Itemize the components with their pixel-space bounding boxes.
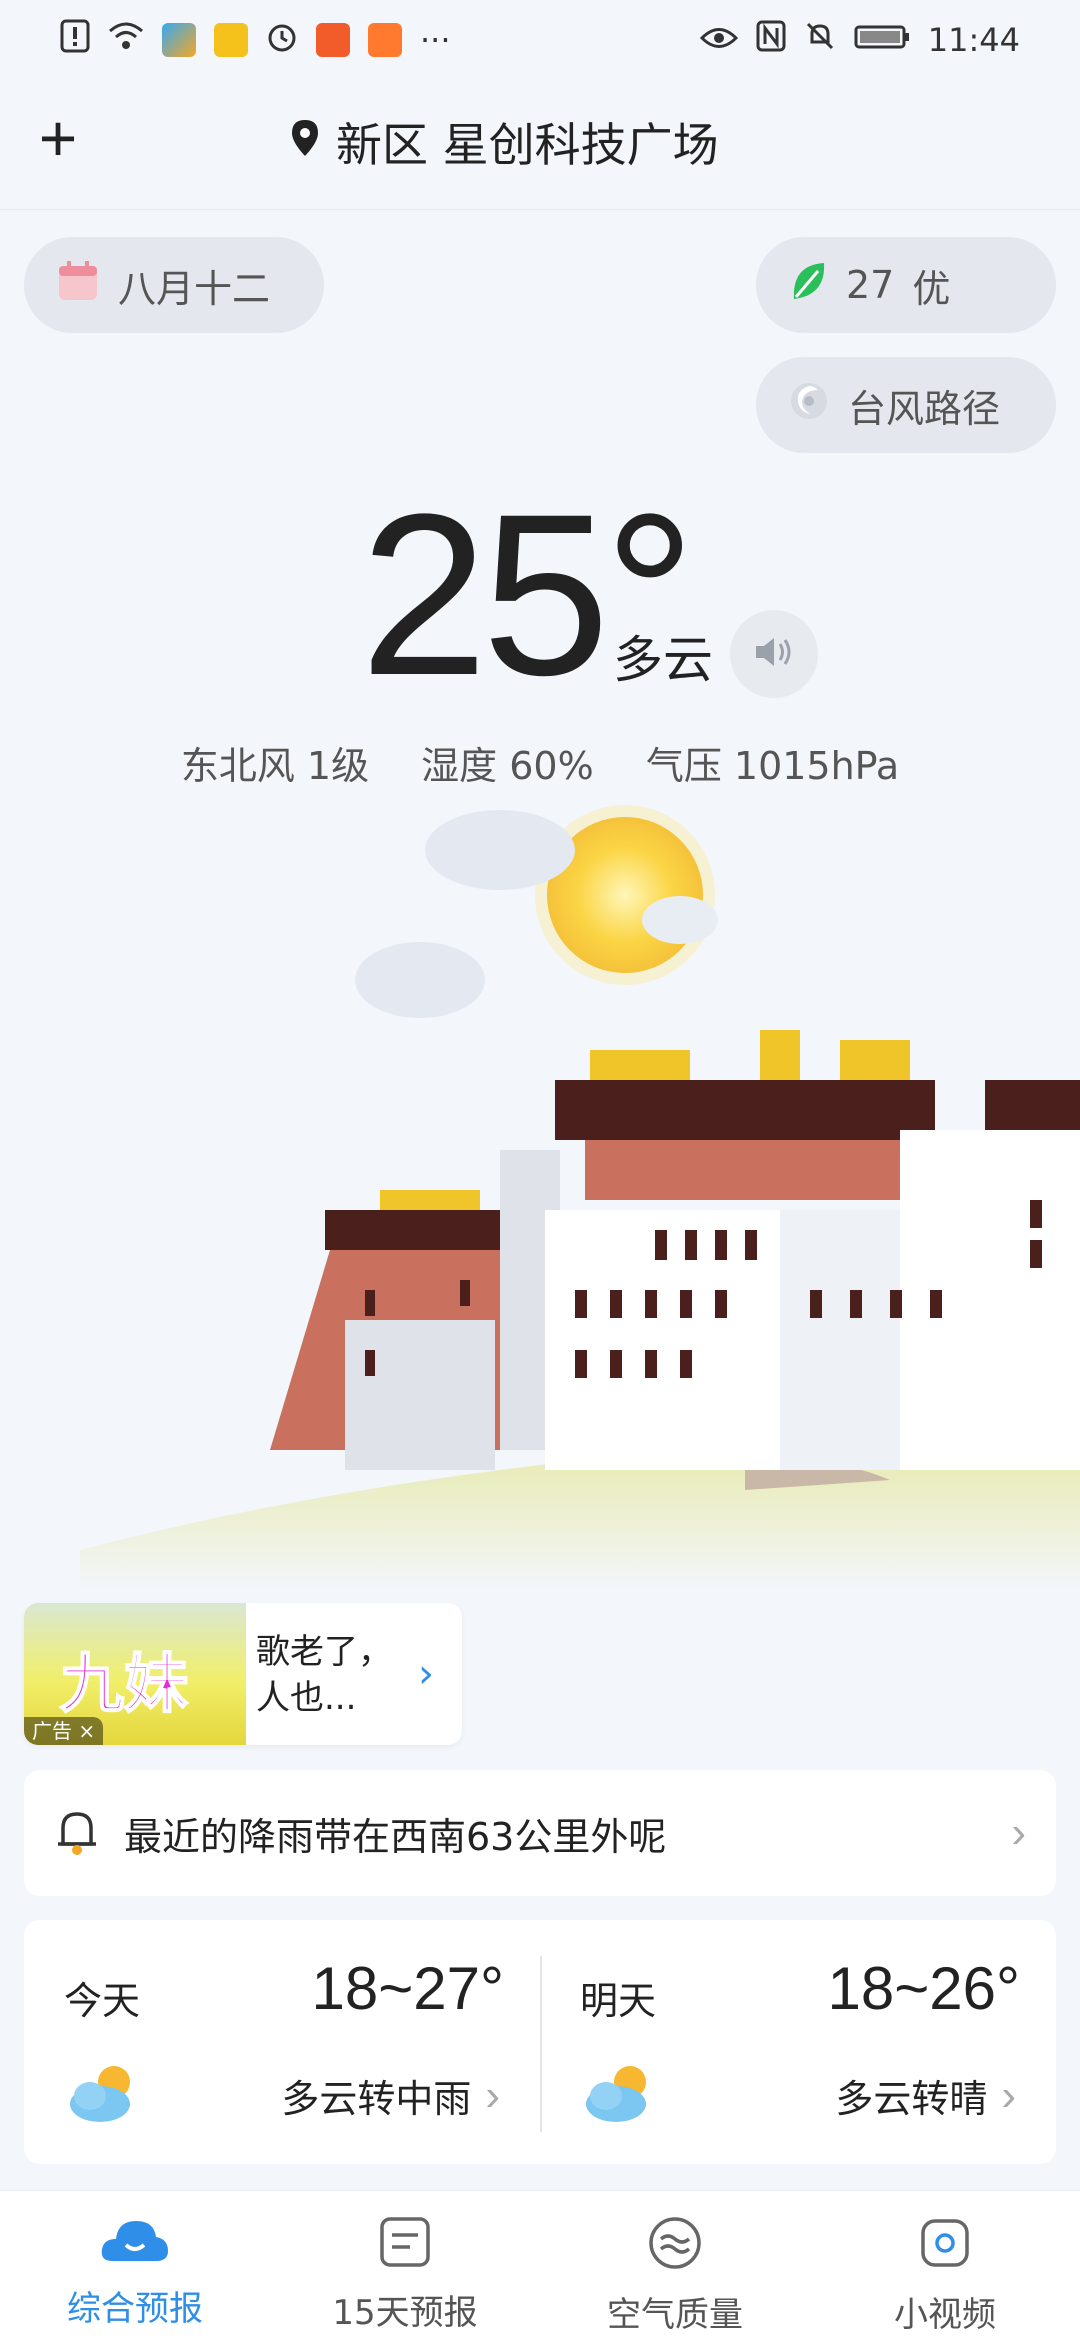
chevron-right-icon: › xyxy=(1011,1808,1026,1857)
chevron-right-icon: › xyxy=(418,1651,434,1697)
speaker-button[interactable] xyxy=(730,610,818,698)
air-wave-icon xyxy=(647,2215,703,2275)
forecast-day-name: 明天 xyxy=(580,1979,657,2023)
forecast-condition-text: 多云转中雨 xyxy=(281,2077,472,2121)
speaker-icon xyxy=(752,632,796,676)
ad-card[interactable]: 九妹 广告 × 歌老了，人也... › xyxy=(24,1603,462,1745)
forecast-condition: 多云转晴 › xyxy=(835,2068,1016,2123)
pressure-info: 气压 1015hPa xyxy=(645,744,900,788)
bell-icon xyxy=(54,1806,100,1860)
rain-alert-text: 最近的降雨带在西南63公里外呢 xyxy=(124,1814,667,1859)
more-notifications-icon: ··· xyxy=(420,21,451,59)
tab-15-day[interactable]: 15天预报 xyxy=(270,2191,540,2340)
forecast-today[interactable]: 今天 18~27° 多云转中雨 › xyxy=(24,1920,540,2164)
location-name: 新区 星创科技广场 xyxy=(336,118,719,172)
lunar-date-pill[interactable]: 八月十二 xyxy=(24,237,324,333)
forecast-temp-range: 18~27° xyxy=(311,1955,504,2022)
bottom-tab-bar: 综合预报 15天预报 空气质量 小视频 xyxy=(0,2190,1080,2340)
tab-label: 15天预报 xyxy=(332,2293,478,2333)
lunar-date-text: 八月十二 xyxy=(118,266,271,311)
typhoon-icon xyxy=(788,380,830,431)
mute-bell-icon xyxy=(804,20,836,60)
chevron-right-icon: › xyxy=(1001,2070,1016,2120)
app-icon-video xyxy=(368,23,402,57)
tab-overview[interactable]: 综合预报 xyxy=(0,2191,270,2340)
partly-cloudy-icon xyxy=(66,2060,140,2128)
tab-label: 空气质量 xyxy=(607,2295,743,2335)
cloud-smile-icon xyxy=(100,2215,170,2269)
status-bar: ··· 11:44 xyxy=(0,0,1080,80)
typhoon-label: 台风路径 xyxy=(848,386,1001,431)
forecast-condition: 多云转中雨 › xyxy=(281,2068,500,2123)
aqi-level: 优 xyxy=(912,266,951,311)
chevron-right-icon: › xyxy=(485,2070,500,2120)
ad-text: 歌老了，人也... xyxy=(256,1632,392,1718)
aqi-pill[interactable]: 27 优 xyxy=(756,237,1056,333)
wifi-icon xyxy=(108,21,144,59)
tab-short-video[interactable]: 小视频 xyxy=(810,2191,1080,2340)
typhoon-path-pill[interactable]: 台风路径 xyxy=(756,357,1056,453)
location-selector[interactable]: 新区 星创科技广场 xyxy=(290,110,719,174)
ad-tag[interactable]: 广告 × xyxy=(24,1717,104,1745)
rain-alert-card[interactable]: 最近的降雨带在西南63公里外呢 › xyxy=(24,1770,1056,1896)
status-right: 11:44 xyxy=(699,20,1020,60)
aqi-value: 27 xyxy=(846,263,895,307)
nfc-icon xyxy=(756,20,786,60)
forecast-temp-range: 18~26° xyxy=(827,1955,1020,2022)
app-icon-weather xyxy=(162,23,196,57)
ad-image-text: 九妹 xyxy=(59,1647,189,1723)
weather-illustration xyxy=(0,790,1080,1590)
battery-icon xyxy=(854,21,910,59)
humidity-info: 湿度 60% xyxy=(421,744,594,788)
video-icon xyxy=(917,2215,973,2275)
add-city-button[interactable]: + xyxy=(28,105,88,171)
forecast-card: 今天 18~27° 多云转中雨 › 明天 18~26° 多云转晴 › xyxy=(24,1920,1056,2164)
alert-icon xyxy=(60,19,90,61)
forecast-day-name: 今天 xyxy=(64,1979,141,2023)
ad-image: 九妹 广告 × xyxy=(24,1603,246,1745)
calendar-list-icon xyxy=(378,2215,432,2273)
tab-label: 小视频 xyxy=(894,2295,996,2335)
wind-info: 东北风 1级 xyxy=(180,744,370,788)
weather-details: 东北风 1级 湿度 60% 气压 1015hPa xyxy=(0,735,1080,790)
forecast-condition-text: 多云转晴 xyxy=(835,2077,988,2121)
status-left: ··· xyxy=(60,19,451,61)
leaf-icon xyxy=(788,259,828,312)
forecast-tomorrow[interactable]: 明天 18~26° 多云转晴 › xyxy=(540,1920,1056,2164)
header: + 新区 星创科技广场 xyxy=(0,80,1080,210)
tab-label: 综合预报 xyxy=(67,2289,203,2329)
clock-time: 11:44 xyxy=(927,21,1020,59)
location-pin-icon xyxy=(290,115,320,169)
current-condition: 多云 xyxy=(613,631,713,689)
app-icon-bus xyxy=(214,23,248,57)
partly-cloudy-icon xyxy=(582,2060,656,2128)
calendar-icon xyxy=(56,259,100,312)
current-weather: 25° 多云 xyxy=(360,480,920,710)
tab-air-quality[interactable]: 空气质量 xyxy=(540,2191,810,2340)
app-icon-game xyxy=(316,23,350,57)
eye-icon xyxy=(699,21,738,59)
alarm-icon xyxy=(266,20,298,60)
